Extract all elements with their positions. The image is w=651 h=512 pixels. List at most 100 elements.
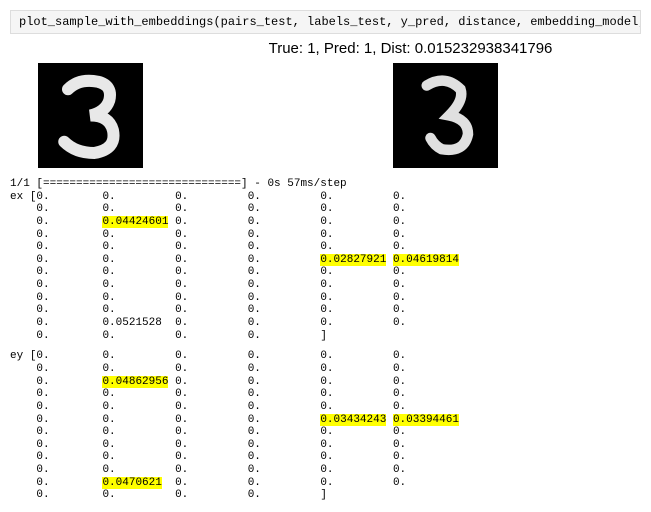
array-cell: 0. <box>30 317 103 329</box>
array-cell: 0. <box>248 216 321 228</box>
array-cell: 0. <box>248 363 321 375</box>
embedding-ex: ex [0. 0. 0. 0. 0. 0. 0. 0. 0. 0. 0. 0. … <box>10 191 641 343</box>
digit-image-right <box>393 63 498 168</box>
array-cell: 0. <box>393 317 466 329</box>
array-cell: 0. <box>393 388 466 400</box>
array-cell: [0. <box>30 350 103 362</box>
array-row: 0. 0. 0. 0. 0. 0. <box>10 292 641 305</box>
array-cell: 0. <box>102 330 175 342</box>
array-cell: 0. <box>248 266 321 278</box>
array-cell: 0. <box>393 279 466 291</box>
array-cell: 0. <box>320 401 393 413</box>
array-cell: 0. <box>175 439 248 451</box>
array-cell: 0.03394461 <box>393 414 466 426</box>
array-cell: 0. <box>320 241 393 253</box>
array-cell: 0. <box>320 216 393 228</box>
array-cell: 0. <box>102 292 175 304</box>
array-row: 0. 0.0470621 0. 0. 0. 0. <box>10 477 641 490</box>
array-cell: 0.04862956 <box>102 376 175 388</box>
array-cell: 0. <box>248 203 321 215</box>
array-row: 0. 0.04862956 0. 0. 0. 0. <box>10 376 641 389</box>
array-cell: 0. <box>393 477 466 489</box>
array-cell: 0. <box>30 216 103 228</box>
array-cell: 0. <box>320 279 393 291</box>
array-cell: 0. <box>248 439 321 451</box>
array-cell: 0. <box>102 254 175 266</box>
array-row: 0. 0. 0. 0. 0. 0. <box>10 451 641 464</box>
array-cell: 0. <box>248 330 321 342</box>
images-row <box>10 63 641 168</box>
code-args: (pairs_test, labels_test, y_pred, distan… <box>213 15 641 29</box>
array-cell: 0. <box>30 292 103 304</box>
array-cell: 0. <box>320 292 393 304</box>
array-cell: 0. <box>248 388 321 400</box>
array-cell: 0. <box>393 401 466 413</box>
array-cell: 0. <box>30 363 103 375</box>
array-cell: [0. <box>30 191 103 203</box>
array-cell: 0. <box>30 439 103 451</box>
highlighted-value: 0.04862956 <box>102 376 168 388</box>
array-cell: 0. <box>30 203 103 215</box>
array-cell: 0. <box>320 266 393 278</box>
array-cell: 0. <box>175 414 248 426</box>
array-cell: 0. <box>30 414 103 426</box>
array-cell: 0. <box>248 350 321 362</box>
array-cell: 0. <box>102 266 175 278</box>
highlighted-value: 0.03434243 <box>320 414 386 426</box>
highlighted-value: 0.02827921 <box>320 254 386 266</box>
array-row: 0. 0. 0. 0. 0.03434243 0.03394461 <box>10 414 641 427</box>
array-row: 0. 0. 0. 0. 0. 0. <box>10 229 641 242</box>
array-cell: 0. <box>102 464 175 476</box>
array-cell: 0. <box>102 350 175 362</box>
array-cell: 0. <box>248 292 321 304</box>
array-cell: 0. <box>102 489 175 501</box>
array-cell: 0. <box>393 216 466 228</box>
array-cell: ] <box>320 489 393 501</box>
array-cell: 0. <box>175 292 248 304</box>
array-cell: 0. <box>320 304 393 316</box>
array-cell: 0.0521528 <box>102 317 175 329</box>
array-cell: 0. <box>320 317 393 329</box>
array-cell: 0. <box>248 279 321 291</box>
array-cell: 0. <box>320 388 393 400</box>
array-cell: 0. <box>320 464 393 476</box>
array-cell: 0. <box>175 388 248 400</box>
array-cell: 0. <box>102 203 175 215</box>
array-cell: 0. <box>175 203 248 215</box>
array-row: 0. 0. 0. 0. 0. 0. <box>10 464 641 477</box>
array-cell: 0. <box>102 414 175 426</box>
array-cell: 0. <box>320 229 393 241</box>
array-cell: 0. <box>393 229 466 241</box>
embedding-ey: ey [0. 0. 0. 0. 0. 0. 0. 0. 0. 0. 0. 0. … <box>10 350 641 502</box>
array-cell: 0. <box>175 376 248 388</box>
array-cell: 0.04619814 <box>393 254 466 266</box>
code-cell: plot_sample_with_embeddings(pairs_test, … <box>10 10 641 34</box>
array-cell: 0. <box>248 229 321 241</box>
array-cell: 0.04424601 <box>102 216 175 228</box>
array-cell: 0. <box>30 376 103 388</box>
array-cell: 0. <box>248 241 321 253</box>
array-cell: 0. <box>30 304 103 316</box>
array-cell: 0. <box>393 464 466 476</box>
array-cell: 0. <box>175 241 248 253</box>
array-row: 0. 0. 0. 0. ] <box>10 330 641 343</box>
array-cell: 0. <box>102 451 175 463</box>
array-cell: 0. <box>248 477 321 489</box>
array-row: 0. 0. 0. 0. 0. 0. <box>10 439 641 452</box>
array-cell: 0. <box>30 477 103 489</box>
array-cell: 0. <box>393 426 466 438</box>
digit-three-icon <box>38 63 143 168</box>
array-cell: 0. <box>320 350 393 362</box>
highlighted-value: 0.04619814 <box>393 254 459 266</box>
array-cell: 0. <box>393 292 466 304</box>
highlighted-value: 0.0470621 <box>102 477 161 489</box>
array-cell: 0. <box>320 426 393 438</box>
array-cell: 0. <box>248 401 321 413</box>
array-cell: 0. <box>175 363 248 375</box>
array-cell: 0. <box>393 241 466 253</box>
array-cell: 0. <box>30 241 103 253</box>
array-cell: 0. <box>393 266 466 278</box>
array-cell: 0. <box>175 401 248 413</box>
array-cell: 0. <box>102 241 175 253</box>
array-cell: 0. <box>30 266 103 278</box>
